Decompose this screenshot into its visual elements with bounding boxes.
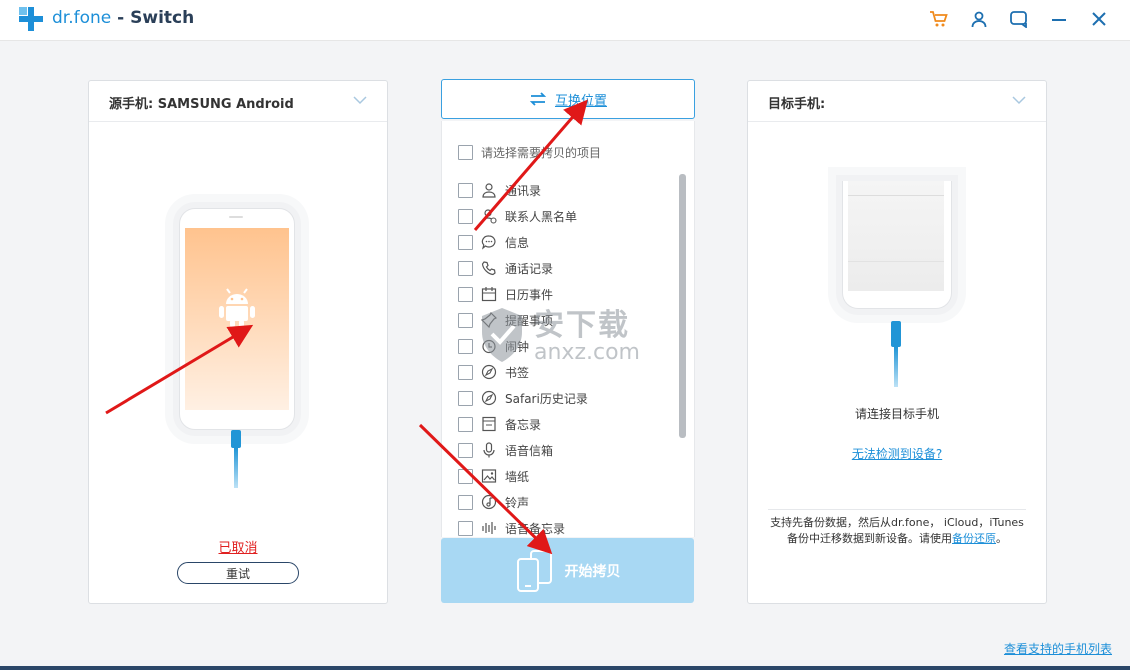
minimize-icon[interactable]: [1048, 8, 1070, 30]
feedback-icon[interactable]: [1008, 8, 1030, 30]
watermark: 安下载 anxz.com: [478, 300, 678, 376]
safari-icon: [481, 390, 497, 406]
call-log-icon: [481, 260, 497, 276]
chevron-down-icon[interactable]: [1012, 95, 1026, 105]
list-item-notes[interactable]: 备忘录: [458, 411, 588, 437]
list-item-voicemail[interactable]: 语音信箱: [458, 437, 588, 463]
notes-icon: [481, 416, 497, 432]
blank-screen: [848, 181, 944, 291]
item-checkbox[interactable]: [458, 286, 473, 302]
item-checkbox[interactable]: [458, 260, 473, 276]
list-item-ringtones[interactable]: 铃声: [458, 489, 588, 515]
app-title: dr.fone - Switch: [52, 8, 195, 28]
list-item-contacts[interactable]: 通讯录: [458, 177, 588, 203]
select-all-checkbox[interactable]: [458, 145, 473, 160]
item-checkbox[interactable]: [458, 442, 473, 458]
cannot-detect-device-link[interactable]: 无法检测到设备?: [748, 445, 1046, 462]
source-phone-label: 源手机: SAMSUNG Android: [109, 97, 294, 112]
item-checkbox[interactable]: [458, 364, 473, 380]
list-item-blocked-contacts[interactable]: 联系人黑名单: [458, 203, 588, 229]
window-controls: [928, 8, 1110, 30]
swap-icon: [529, 92, 547, 106]
backup-info-text: 支持先备份数据，然后从dr.fone， iCloud，iTunes备份中迁移数据…: [770, 516, 1024, 545]
target-phone-panel: 目标手机: 请连接目标手机 无法检测到设备? 支持先备份数据，然后从dr.fon…: [747, 80, 1047, 604]
select-all-label: 请选择需要拷贝的项目: [481, 146, 602, 160]
list-item-call-log[interactable]: 通话记录: [458, 255, 588, 281]
item-checkbox[interactable]: [458, 520, 473, 536]
swap-position-button[interactable]: 互换位置: [441, 79, 695, 119]
item-checkbox[interactable]: [458, 208, 473, 224]
target-phone-header[interactable]: 目标手机:: [748, 81, 1046, 122]
list-scrollbar[interactable]: [679, 174, 686, 438]
item-checkbox[interactable]: [458, 338, 473, 354]
start-copy-button[interactable]: 开始拷贝: [441, 538, 694, 603]
watermark-text-url: anxz.com: [534, 340, 640, 365]
message-icon: [481, 234, 497, 250]
chevron-down-icon[interactable]: [353, 95, 367, 105]
select-all-row[interactable]: 请选择需要拷贝的项目: [458, 144, 601, 161]
source-phone-panel: 源手机: SAMSUNG Android 已取消 重试: [88, 80, 388, 604]
item-checkbox[interactable]: [458, 312, 473, 328]
divider: [768, 509, 1026, 510]
retry-button[interactable]: 重试: [177, 562, 299, 584]
close-icon[interactable]: [1088, 8, 1110, 30]
watermark-shield-icon: [482, 308, 522, 362]
list-item-voice-memos[interactable]: 语音备忘录: [458, 515, 588, 537]
cart-icon[interactable]: [928, 8, 950, 30]
list-item-safari-history[interactable]: Safari历史记录: [458, 385, 588, 411]
contacts-icon: [481, 182, 497, 198]
wallpaper-icon: [481, 468, 497, 484]
source-phone-header[interactable]: 源手机: SAMSUNG Android: [89, 81, 387, 122]
blocked-contacts-icon: [481, 208, 497, 224]
list-item-messages[interactable]: 信息: [458, 229, 588, 255]
title-bar: dr.fone - Switch: [0, 0, 1130, 41]
item-checkbox[interactable]: [458, 390, 473, 406]
swap-position-label: 互换位置: [554, 93, 607, 109]
phone-transfer-icon: [516, 549, 552, 592]
user-icon[interactable]: [968, 8, 990, 30]
watermark-text-cn: 安下载: [534, 308, 630, 343]
voicemail-icon: [481, 442, 497, 458]
list-item-wallpaper[interactable]: 墙纸: [458, 463, 588, 489]
cancelled-status-link[interactable]: 已取消: [89, 537, 387, 556]
voice-memo-icon: [481, 520, 497, 536]
item-checkbox[interactable]: [458, 494, 473, 510]
item-checkbox[interactable]: [458, 416, 473, 432]
item-checkbox[interactable]: [458, 234, 473, 250]
ringtone-icon: [481, 494, 497, 510]
item-checkbox[interactable]: [458, 182, 473, 198]
target-phone-label: 目标手机:: [768, 97, 826, 112]
backup-restore-link[interactable]: 备份还原: [952, 532, 996, 545]
android-icon: [219, 288, 255, 327]
drfone-logo-icon: [19, 7, 43, 31]
bottom-border: [0, 666, 1130, 670]
start-copy-label: 开始拷贝: [564, 563, 621, 580]
connect-target-text: 请连接目标手机: [854, 407, 939, 421]
item-checkbox[interactable]: [458, 468, 473, 484]
supported-phones-link[interactable]: 查看支持的手机列表: [1004, 640, 1112, 657]
